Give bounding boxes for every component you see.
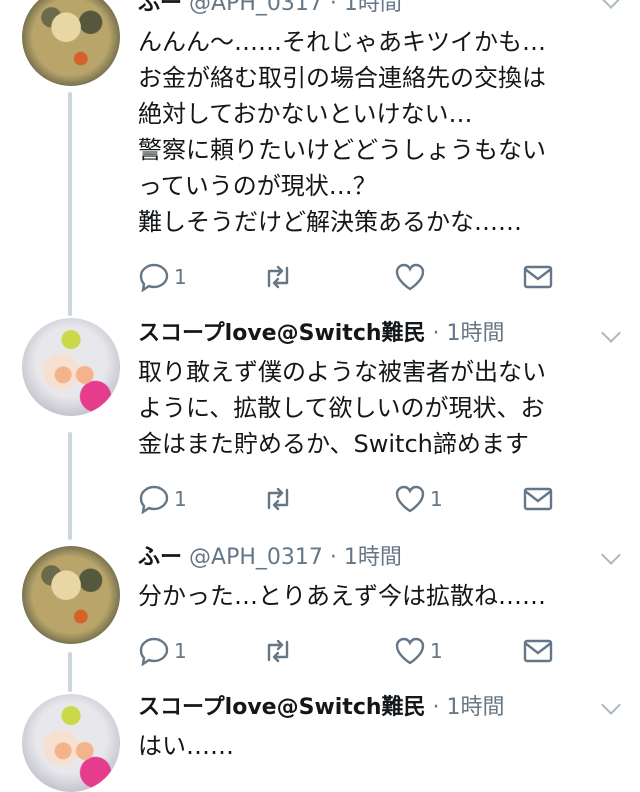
tweet[interactable]: スコープlove@Switch難民 · 1時間 はい……	[0, 690, 640, 792]
timestamp[interactable]: · 1時間	[330, 0, 402, 16]
timestamp[interactable]: · 1時間	[433, 321, 505, 346]
display-name[interactable]: ふー	[138, 545, 182, 570]
handle[interactable]: @APH_0317	[189, 0, 323, 16]
reply-icon	[139, 263, 169, 292]
retweet-button[interactable]	[262, 262, 298, 292]
retweet-icon	[267, 265, 289, 289]
reply-count: 1	[174, 265, 187, 289]
reply-button[interactable]: 1	[138, 636, 187, 666]
mail-icon	[523, 265, 553, 289]
retweet-button[interactable]	[262, 484, 298, 514]
tweet-text: 分かった…とりあえず今は拡散ね……	[138, 582, 546, 610]
like-count: 1	[430, 487, 443, 511]
like-count: 1	[430, 639, 443, 663]
display-name[interactable]: スコープlove@Switch難民	[138, 321, 426, 346]
tweet-header: ふー @APH_0317 · 1時間	[138, 544, 402, 572]
like-button[interactable]: 1	[394, 636, 443, 666]
chevron-down-icon[interactable]	[601, 323, 621, 343]
retweet-icon	[267, 487, 289, 511]
display-name[interactable]: ふー	[138, 0, 182, 16]
tweet-actions: 1	[138, 262, 618, 292]
reply-count: 1	[174, 639, 187, 663]
reply-icon	[139, 485, 169, 514]
heart-icon	[395, 263, 425, 291]
message-button[interactable]	[522, 262, 554, 292]
reply-count: 1	[174, 487, 187, 511]
reply-icon	[139, 637, 169, 666]
retweet-icon	[267, 639, 289, 663]
reply-button[interactable]: 1	[138, 262, 187, 292]
tweet-header: スコープlove@Switch難民 · 1時間	[138, 694, 505, 722]
tweet-text: はい……	[138, 732, 234, 760]
handle[interactable]: @APH_0317	[189, 545, 323, 570]
message-button[interactable]	[522, 484, 554, 514]
tweet-actions: 1 1	[138, 636, 618, 666]
timestamp[interactable]: · 1時間	[433, 695, 505, 720]
like-button[interactable]: 1	[394, 484, 443, 514]
tweet-text: 取り敢えず僕のような被害者が出ない ように、拡散して欲しいのが現状、お 金はまた…	[138, 358, 546, 458]
chevron-down-icon[interactable]	[601, 695, 621, 715]
heart-icon	[395, 637, 425, 665]
message-button[interactable]	[522, 636, 554, 666]
chevron-down-icon[interactable]	[601, 0, 621, 9]
retweet-button[interactable]	[262, 636, 298, 666]
mail-icon	[523, 487, 553, 511]
tweet[interactable]: ふー @APH_0317 · 1時間 んんん〜……それじゃあキツイかも… お金が…	[0, 0, 640, 310]
like-button[interactable]	[394, 262, 430, 292]
tweet-header: スコープlove@Switch難民 · 1時間	[138, 320, 505, 348]
chevron-down-icon[interactable]	[601, 545, 621, 565]
display-name[interactable]: スコープlove@Switch難民	[138, 695, 426, 720]
tweet-header: ふー @APH_0317 · 1時間	[138, 0, 402, 18]
avatar[interactable]	[22, 546, 120, 644]
avatar[interactable]	[22, 0, 120, 86]
tweet[interactable]: ふー @APH_0317 · 1時間 分かった…とりあえず今は拡散ね…… 1 1	[0, 540, 640, 680]
tweet-text: んんん〜……それじゃあキツイかも… お金が絡む取引の場合連絡先の交換は 絶対して…	[138, 28, 546, 236]
reply-button[interactable]: 1	[138, 484, 187, 514]
heart-icon	[395, 485, 425, 513]
timestamp[interactable]: · 1時間	[330, 545, 402, 570]
avatar[interactable]	[22, 694, 120, 792]
tweet[interactable]: スコープlove@Switch難民 · 1時間 取り敢えず僕のような被害者が出な…	[0, 318, 640, 538]
tweet-actions: 1 1	[138, 484, 618, 514]
avatar[interactable]	[22, 318, 120, 416]
mail-icon	[523, 639, 553, 663]
